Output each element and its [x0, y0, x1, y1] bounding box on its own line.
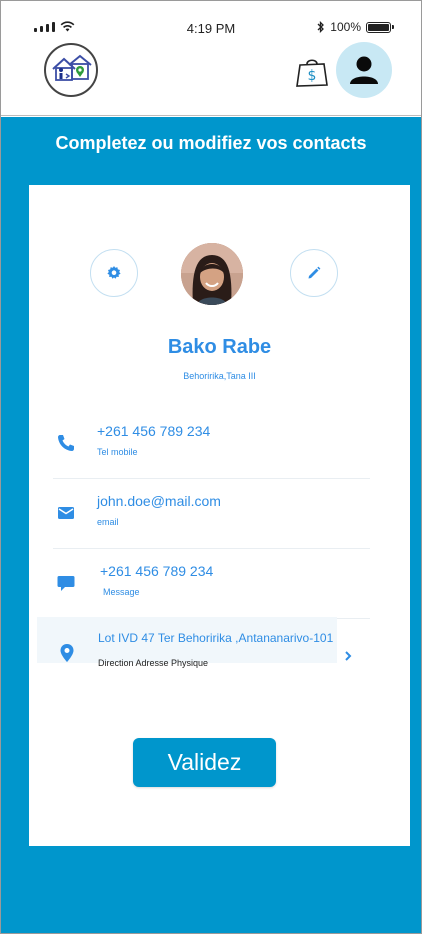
bluetooth-icon	[317, 21, 325, 33]
email-label: email	[97, 517, 119, 527]
battery-percent: 100%	[330, 20, 361, 34]
address-label: Direction Adresse Physique	[98, 658, 209, 668]
message-value: +261 456 789 234	[100, 563, 214, 579]
contact-row-message[interactable]: +261 456 789 234 Message	[29, 549, 410, 619]
profile-location: Behoririka,Tana III	[183, 371, 256, 381]
pencil-icon	[308, 266, 321, 279]
shopping-bag-dollar-icon[interactable]: $	[294, 53, 330, 89]
main-blue-panel: Completez ou modifiez vos contacts Bako …	[1, 117, 421, 933]
validate-button[interactable]: Validez	[133, 738, 276, 787]
page-title: Completez ou modifiez vos contacts	[55, 133, 367, 153]
edit-button[interactable]	[290, 249, 338, 297]
battery-icon	[366, 21, 394, 33]
chevron-right-icon[interactable]	[343, 649, 353, 663]
profile-photo	[181, 243, 243, 305]
message-icon	[57, 576, 75, 591]
phone-frame: 4:19 PM 100% $ Completez ou modifiez vos…	[0, 0, 422, 934]
contact-card: Bako Rabe Behoririka,Tana III +261 456 7…	[29, 185, 410, 846]
app-logo-icon[interactable]	[44, 43, 98, 97]
email-icon	[58, 507, 74, 519]
gear-icon	[107, 266, 121, 279]
phone-value: +261 456 789 234	[97, 423, 211, 439]
svg-text:$: $	[308, 68, 317, 84]
settings-button[interactable]	[90, 249, 138, 297]
status-right-group: 100%	[317, 20, 394, 34]
message-label: Message	[103, 587, 140, 597]
user-avatar-icon[interactable]	[336, 42, 392, 98]
status-bar: 4:19 PM 100%	[1, 1, 421, 39]
email-value: john.doe@mail.com	[97, 493, 221, 509]
address-value: Lot IVD 47 Ter Behoririka ,Antananarivo-…	[98, 631, 334, 645]
app-header: $	[1, 39, 421, 116]
location-pin-icon	[60, 644, 74, 662]
profile-name: Bako Rabe	[167, 336, 272, 358]
phone-label: Tel mobile	[97, 447, 138, 457]
contact-row-email[interactable]: john.doe@mail.com email	[29, 479, 410, 549]
phone-icon	[58, 435, 74, 451]
contact-row-phone[interactable]: +261 456 789 234 Tel mobile	[29, 409, 410, 479]
